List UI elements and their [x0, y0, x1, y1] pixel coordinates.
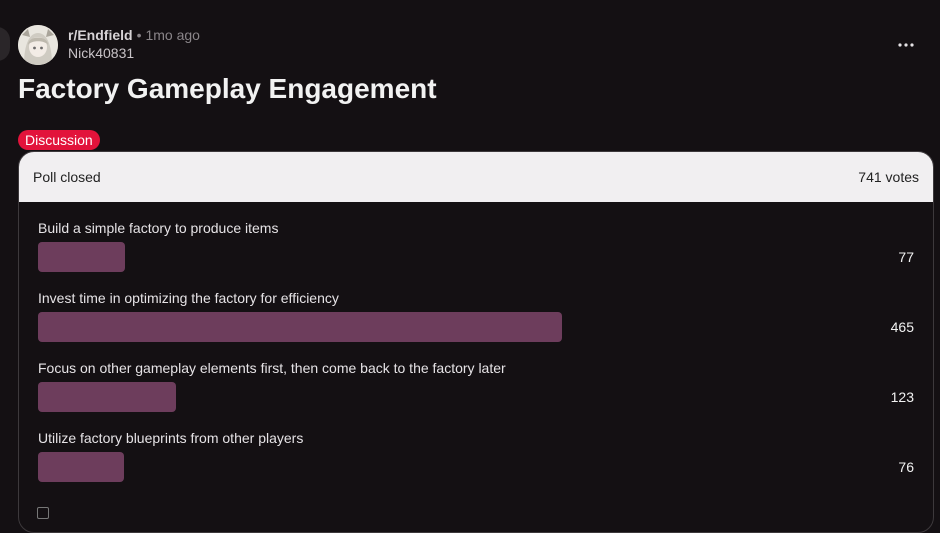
- subreddit-avatar[interactable]: [18, 25, 58, 65]
- poll-option-votes: 123: [890, 389, 914, 405]
- poll-option-bar-fill: [38, 242, 125, 272]
- poll-total-votes: 741 votes: [858, 169, 919, 185]
- poll-option-bar: [38, 242, 125, 272]
- poll-option-votes: 77: [898, 249, 914, 265]
- post-time: 1mo ago: [145, 27, 200, 43]
- more-options-icon: [898, 43, 914, 47]
- subreddit-link[interactable]: r/Endfield: [68, 27, 133, 43]
- post-title: Factory Gameplay Engagement: [18, 73, 437, 104]
- poll-option-bar: [38, 452, 124, 482]
- poll-option-bar-fill: [38, 382, 176, 412]
- poll-option-label: Utilize factory blueprints from other pl…: [38, 430, 304, 446]
- post-meta: r/Endfield • 1mo ago Nick40831: [68, 27, 200, 62]
- poll-option: Utilize factory blueprints from other pl…: [38, 429, 914, 482]
- author-link[interactable]: Nick40831: [68, 44, 200, 62]
- poll-option: Focus on other gameplay elements first, …: [38, 359, 914, 412]
- poll-option: Invest time in optimizing the factory fo…: [38, 289, 914, 342]
- poll-option: Build a simple factory to produce items …: [38, 219, 914, 272]
- poll-option-bar-fill: [38, 452, 124, 482]
- poll-option-bar: [38, 312, 562, 342]
- poll-header: Poll closed 741 votes: [19, 152, 933, 202]
- poll-option-votes: 465: [890, 319, 914, 335]
- back-button[interactable]: [0, 27, 10, 61]
- poll-option-bar-fill: [38, 312, 562, 342]
- poll-card: Poll closed 741 votes Build a simple fac…: [18, 151, 934, 533]
- more-options-button[interactable]: [890, 29, 922, 61]
- post-header: r/Endfield • 1mo ago Nick40831: [18, 25, 922, 65]
- poll-option-label: Invest time in optimizing the factory fo…: [38, 290, 339, 306]
- poll-option-votes: 76: [898, 459, 914, 475]
- avatar-image: [18, 25, 58, 65]
- flair-badge[interactable]: Discussion: [18, 130, 100, 150]
- poll-option-bar: [38, 382, 176, 412]
- checkbox-icon: [37, 507, 49, 519]
- poll-status: Poll closed: [33, 169, 101, 185]
- poll-footer-peek: [37, 507, 49, 519]
- poll-option-label: Build a simple factory to produce items: [38, 220, 279, 236]
- meta-separator: •: [136, 27, 142, 43]
- poll-option-label: Focus on other gameplay elements first, …: [38, 360, 506, 376]
- subreddit-line: r/Endfield • 1mo ago: [68, 27, 200, 44]
